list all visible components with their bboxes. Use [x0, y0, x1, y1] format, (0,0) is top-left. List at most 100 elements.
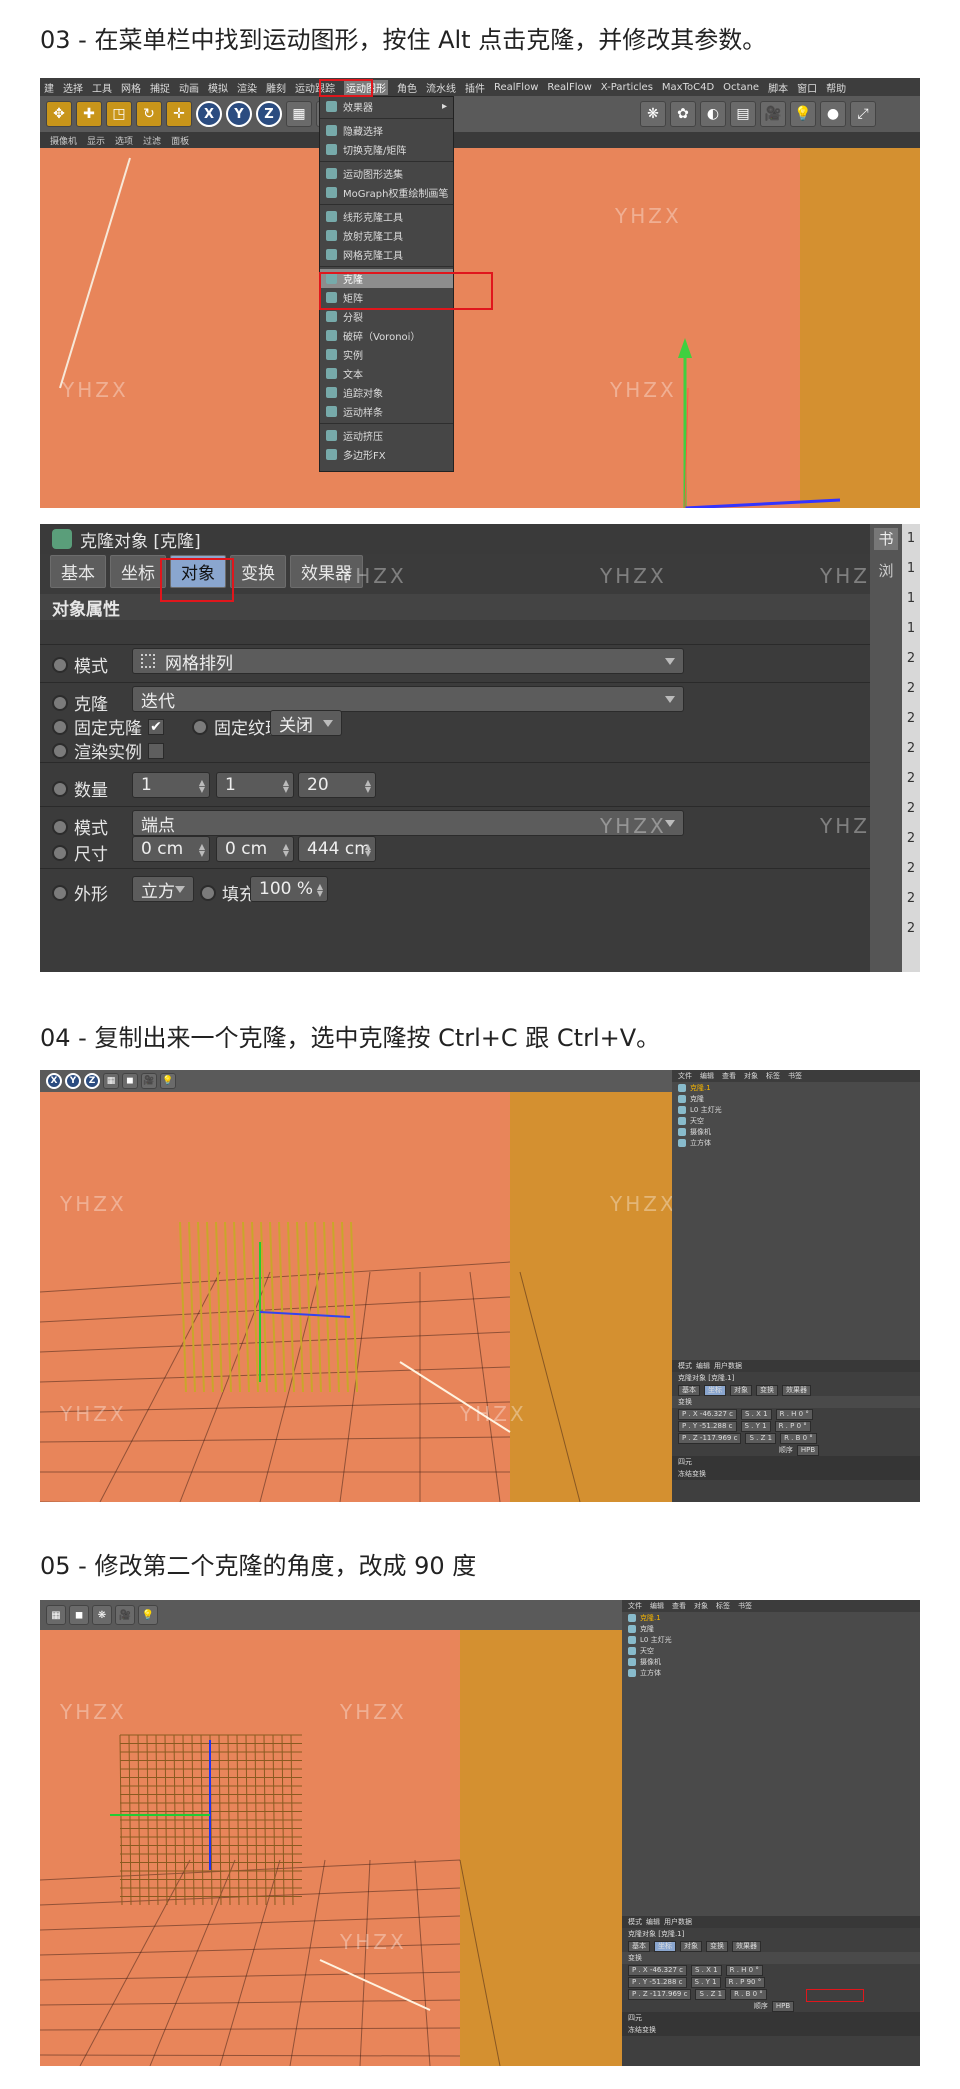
- menubar-item[interactable]: RealFlow: [547, 82, 591, 93]
- axis-icon[interactable]: ⤢: [850, 101, 876, 127]
- object-row[interactable]: L0 主灯光: [672, 1104, 920, 1115]
- count-radio[interactable]: [52, 780, 68, 797]
- footer-quaternion[interactable]: 四元: [672, 1456, 920, 1468]
- mograph-icon[interactable]: ❋: [640, 101, 666, 127]
- x-axis-button[interactable]: X: [196, 101, 222, 127]
- menubar-item[interactable]: 插件: [465, 80, 485, 95]
- position-field[interactable]: P . Y -51.288 c: [678, 1420, 737, 1432]
- render-icon[interactable]: ▦: [46, 1605, 66, 1625]
- position-field[interactable]: P . X -46.327 c: [678, 1408, 738, 1420]
- mograph-menu-item[interactable]: 切换克隆/矩阵: [320, 140, 453, 159]
- menubar-item[interactable]: 窗口: [797, 80, 817, 95]
- attr-menu-item[interactable]: 用户数据: [714, 1361, 742, 1371]
- attr-tab[interactable]: 基本: [628, 1940, 650, 1952]
- menubar-item[interactable]: RealFlow: [494, 82, 538, 93]
- fix-clone-checkbox[interactable]: ✔: [148, 718, 164, 735]
- position-field[interactable]: P . Z -117.969 c: [628, 1988, 692, 2000]
- select-tool-icon[interactable]: ✥: [46, 101, 72, 127]
- move-tool-icon[interactable]: ✚: [76, 101, 102, 127]
- om-menu-item[interactable]: 对象: [744, 1071, 758, 1081]
- rotate-tool-icon[interactable]: ↻: [136, 101, 162, 127]
- attr-tab[interactable]: 变换: [756, 1384, 778, 1396]
- mograph-icon[interactable]: ❋: [92, 1605, 112, 1625]
- mograph-menu-item[interactable]: 运动样条: [320, 402, 453, 421]
- scale-field[interactable]: S . Z 1: [695, 1988, 727, 2000]
- rotation-field[interactable]: R . B 0 °: [780, 1432, 817, 1444]
- render-icon[interactable]: ▦: [103, 1073, 119, 1089]
- footer-freeze[interactable]: 冻结变换: [622, 2024, 920, 2036]
- object-row[interactable]: 摄像机: [672, 1126, 920, 1137]
- spinner-icon[interactable]: ▲ ▼: [283, 779, 289, 794]
- rotation-field[interactable]: R . P 90 °: [724, 1976, 766, 1988]
- menubar-item[interactable]: 雕刻: [266, 80, 286, 95]
- viewport-3d[interactable]: YHZX YHZX YHZX: [40, 1630, 622, 2066]
- rotation-field[interactable]: R . P 0 °: [774, 1420, 811, 1432]
- spinner-icon[interactable]: ▲ ▼: [317, 883, 323, 898]
- camera-icon[interactable]: 🎥: [115, 1605, 135, 1625]
- environment-icon[interactable]: ◐: [700, 101, 726, 127]
- mograph-menu-item[interactable]: 线形克隆工具: [320, 207, 453, 226]
- object-row[interactable]: 克隆.1: [622, 1612, 920, 1623]
- clone-dropdown[interactable]: 迭代: [132, 686, 684, 712]
- shape-dropdown[interactable]: 立方: [132, 876, 194, 902]
- mode2-radio[interactable]: [52, 818, 68, 835]
- count-y-field[interactable]: 1 ▲ ▼: [216, 772, 294, 798]
- object-row[interactable]: L0 主灯光: [622, 1634, 920, 1645]
- mograph-menu-item[interactable]: 追踪对象: [320, 383, 453, 402]
- mograph-menu-item[interactable]: 隐藏选择: [320, 121, 453, 140]
- object-row[interactable]: 摄像机: [622, 1656, 920, 1667]
- deformer-icon[interactable]: ✿: [670, 101, 696, 127]
- cube-icon[interactable]: ◼: [69, 1605, 89, 1625]
- position-field[interactable]: P . X -46.327 c: [628, 1964, 688, 1976]
- om-menu-item[interactable]: 文件: [678, 1071, 692, 1081]
- footer-freeze[interactable]: 冻结变换: [672, 1468, 920, 1480]
- mode-radio[interactable]: [52, 656, 68, 673]
- scale-field[interactable]: S . Y 1: [690, 1976, 721, 1988]
- viewport-3d[interactable]: YHZX YHZX YHZX: [40, 148, 920, 508]
- cube-icon[interactable]: ◼: [122, 1073, 138, 1089]
- y-axis-button[interactable]: Y: [226, 101, 252, 127]
- attr-tab[interactable]: 效果器: [732, 1940, 761, 1952]
- mograph-menu-item[interactable]: 实例: [320, 345, 453, 364]
- menubar-item[interactable]: 脚本: [768, 80, 788, 95]
- render-instance-checkbox[interactable]: [148, 742, 164, 759]
- camera-icon[interactable]: 🎥: [760, 101, 786, 127]
- object-row[interactable]: 立方体: [672, 1137, 920, 1148]
- light-icon[interactable]: 💡: [138, 1605, 158, 1625]
- rotation-field[interactable]: R . B 0 °: [730, 1988, 767, 2000]
- x-axis-button[interactable]: X: [46, 1073, 62, 1089]
- fill-field[interactable]: 100 % ▲ ▼: [250, 876, 328, 902]
- viewport-menu-item[interactable]: 摄像机: [50, 134, 77, 147]
- attr-menu-item[interactable]: 模式: [678, 1361, 692, 1371]
- viewport-menu-item[interactable]: 选项: [115, 134, 133, 147]
- om-menu-item[interactable]: 对象: [694, 1601, 708, 1611]
- fix-texture-radio[interactable]: [192, 718, 208, 735]
- tab-basic[interactable]: 基本: [50, 554, 106, 588]
- om-menu-item[interactable]: 书签: [738, 1601, 752, 1611]
- menubar-item[interactable]: 动画: [179, 80, 199, 95]
- menubar-item[interactable]: 渲染: [237, 80, 257, 95]
- attr-tab[interactable]: 变换: [706, 1940, 728, 1952]
- count-z-field[interactable]: 20 ▲ ▼: [298, 772, 376, 798]
- count-x-field[interactable]: 1 ▲ ▼: [132, 772, 210, 798]
- floor-icon[interactable]: ▤: [730, 101, 756, 127]
- spinner-icon[interactable]: ▲ ▼: [283, 843, 289, 858]
- spinner-icon[interactable]: ▲ ▼: [199, 779, 205, 794]
- size-radio[interactable]: [52, 844, 68, 861]
- om-menu-item[interactable]: 文件: [628, 1601, 642, 1611]
- menubar-item[interactable]: 捕捉: [150, 80, 170, 95]
- spinner-icon[interactable]: ▲ ▼: [365, 843, 371, 858]
- attr-tab[interactable]: 基本: [678, 1384, 700, 1396]
- viewport-3d[interactable]: YHZX YHZX YHZX YHZX: [40, 1092, 672, 1502]
- mograph-menu-item[interactable]: MoGraph权重绘制画笔: [320, 183, 453, 202]
- menubar-item[interactable]: 帮助: [826, 80, 846, 95]
- side-tab-browse[interactable]: 浏: [874, 560, 898, 586]
- viewport-menu-item[interactable]: 显示: [87, 134, 105, 147]
- attr-tab[interactable]: 对象: [730, 1384, 752, 1396]
- footer-quaternion[interactable]: 四元: [622, 2012, 920, 2024]
- order-dropdown[interactable]: HPB: [796, 1444, 820, 1456]
- mograph-menu-item[interactable]: 效果器 ▸: [320, 97, 453, 116]
- mograph-menu-item[interactable]: 网格克隆工具: [320, 245, 453, 264]
- tab-coord[interactable]: 坐标: [110, 554, 166, 588]
- light-icon[interactable]: 💡: [160, 1073, 176, 1089]
